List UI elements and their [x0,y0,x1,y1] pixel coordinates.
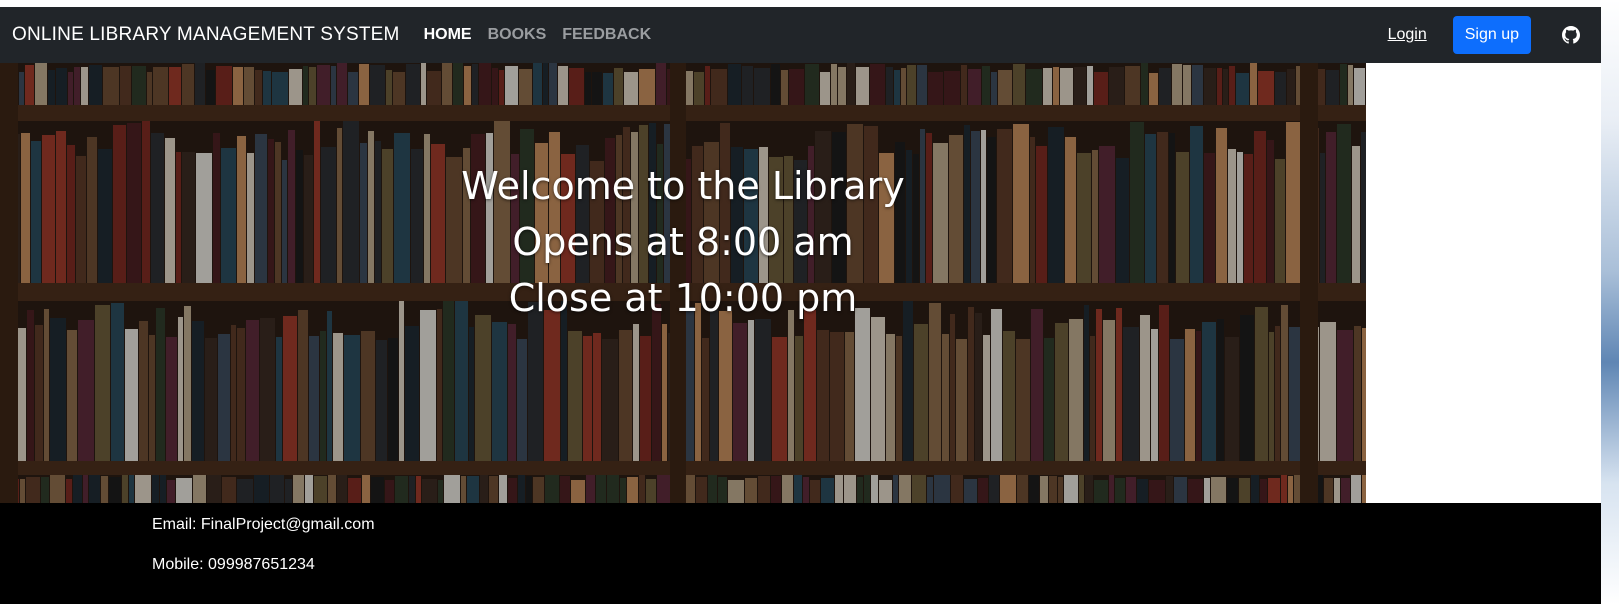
nav-links: HOME BOOKS FEEDBACK [424,26,652,44]
nav-link-books[interactable]: BOOKS [488,26,547,44]
page: ONLINE LIBRARY MANAGEMENT SYSTEM HOME BO… [0,0,1619,604]
hero-welcome-line: Welcome to the Library [461,164,905,208]
hero-close-line: Close at 10:00 pm [508,276,858,320]
signup-button[interactable]: Sign up [1452,16,1531,54]
navbar: ONLINE LIBRARY MANAGEMENT SYSTEM HOME BO… [0,7,1601,63]
footer-mobile: Mobile: 099987651234 [152,556,315,573]
window-edge-strip [1601,0,1619,604]
hero-side-blank [1366,63,1601,503]
github-icon-glyph [1562,26,1580,44]
footer: Email: FinalProject@gmail.com Mobile: 09… [0,503,1601,604]
footer-email: Email: FinalProject@gmail.com [152,516,375,533]
hero-banner: Welcome to the Library Opens at 8:00 am … [0,63,1366,503]
hero-text: Welcome to the Library Opens at 8:00 am … [0,158,1366,326]
login-link[interactable]: Login [1388,26,1427,44]
brand-title[interactable]: ONLINE LIBRARY MANAGEMENT SYSTEM [12,24,400,46]
nav-link-feedback[interactable]: FEEDBACK [562,26,651,44]
github-icon[interactable] [1561,25,1581,45]
top-gap [0,0,1601,7]
nav-link-home[interactable]: HOME [424,26,472,44]
nav-right: Login Sign up [1388,16,1589,54]
hero-opens-line: Opens at 8:00 am [512,220,854,264]
